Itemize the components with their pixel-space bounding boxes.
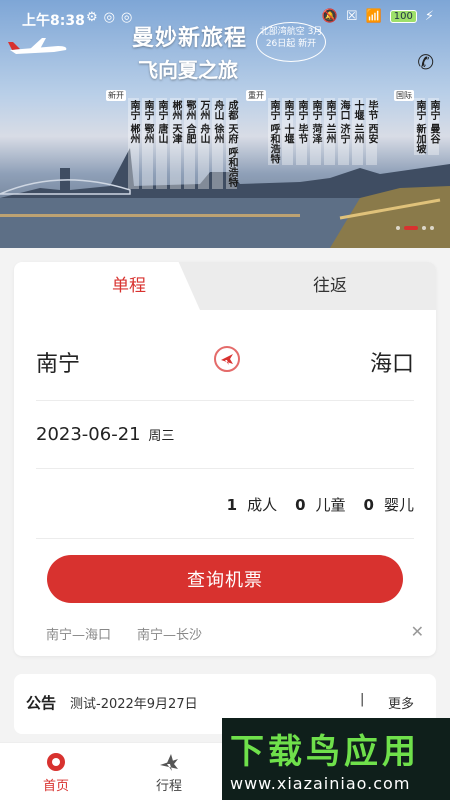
announcement-more-link[interactable]: 更多: [388, 693, 414, 712]
tag-new: 新开: [106, 90, 126, 101]
promo-subtitle: 飞向夏之旅: [138, 58, 238, 82]
route-item: 南宁 兰州: [324, 98, 335, 166]
plane-icon: [221, 354, 233, 365]
date-weekday: 周三: [148, 429, 175, 444]
search-flights-button[interactable]: 查询机票: [47, 555, 403, 603]
route-item: 毕节 西安: [366, 98, 377, 166]
trip-type-tabs: 往返 单程: [14, 262, 436, 310]
carousel-indicator: [396, 226, 434, 230]
carousel-dot-active: [404, 226, 418, 230]
route-item: 海口 济宁: [338, 98, 349, 166]
watermark-title: 下载鸟应用: [230, 732, 420, 772]
charging-icon: ⚡: [424, 9, 434, 24]
route-item: 十堰 兰州: [352, 98, 363, 166]
route-item: 南宁 新加坡: [414, 98, 425, 156]
infant-count: 0 婴儿: [364, 494, 414, 515]
date-value: 2023-06-21: [36, 424, 141, 445]
child-number: 0: [295, 496, 306, 514]
battery-icon: 100: [389, 10, 417, 23]
plane-icon: [160, 754, 178, 771]
tab-trips[interactable]: 行程: [129, 751, 209, 794]
announcement-text[interactable]: 测试-2022年9月27日: [70, 693, 198, 712]
route-item: 南宁 十堰: [282, 98, 293, 166]
tab-trips-label: 行程: [155, 779, 182, 794]
adult-label: 成人: [247, 496, 278, 514]
route-item: 南宁 曼谷: [428, 98, 439, 156]
tab-home-label: 首页: [42, 779, 69, 794]
swap-cities-button[interactable]: [214, 346, 240, 372]
watermark-url: www.xiazainiao.com: [230, 774, 411, 793]
home-icon: [47, 753, 65, 771]
passenger-selector[interactable]: 1 成人 0 儿童 0 婴儿: [227, 494, 414, 515]
carousel-dot: [422, 226, 426, 230]
promo-banner[interactable]: 上午8:38 ⚙◎◎ 🔕 ☒ 📶 100 ⚡ 曼妙新旅程 飞向夏之旅 北部湾航空…: [0, 0, 450, 248]
adult-count: 1 成人: [227, 494, 277, 515]
phone-icon[interactable]: ✆: [417, 50, 434, 74]
flight-search-card: 往返 单程 南宁 海口 2023-06-21 周三 1 成人 0 儿童 0 婴儿 查询…: [14, 262, 436, 656]
announcement-tag: 公告: [26, 694, 57, 712]
infant-number: 0: [363, 496, 374, 514]
route-item: 鄂州 合肥: [184, 98, 195, 189]
tab-round-trip[interactable]: 往返: [224, 262, 436, 310]
route-item: 南宁 呼和浩特: [268, 98, 279, 166]
watermark-logo: 下载鸟应用 www.xiazainiao.com: [222, 718, 450, 800]
route-item: 南宁 毕节: [296, 98, 307, 166]
promo-stamp: 北部湾航空 3月26日起 新开: [256, 22, 326, 62]
departure-city[interactable]: 南宁: [36, 346, 80, 378]
sim-icon: ☒: [345, 9, 358, 24]
infant-label: 婴儿: [383, 496, 414, 514]
route-item: 万州 舟山: [198, 98, 209, 189]
city-row: 南宁 海口: [36, 346, 414, 380]
clear-history-icon[interactable]: ✕: [411, 622, 424, 641]
divider: [36, 468, 414, 469]
search-history: 南宁—海口 南宁—长沙: [46, 624, 202, 643]
divider: [36, 400, 414, 401]
adult-number: 1: [226, 496, 238, 514]
child-label: 儿童: [315, 496, 346, 514]
tab-one-way[interactable]: 单程: [14, 262, 244, 310]
status-app-icons: ⚙◎◎: [86, 10, 139, 25]
history-item[interactable]: 南宁—海口: [46, 624, 111, 643]
wifi-icon: 📶: [365, 9, 382, 24]
history-item[interactable]: 南宁—长沙: [137, 624, 202, 643]
departure-date[interactable]: 2023-06-21 周三: [36, 424, 174, 445]
announcement-separator: |: [360, 692, 365, 707]
child-count: 0 儿童: [295, 494, 345, 515]
route-item: 郴州 天津: [170, 98, 181, 189]
status-right: 🔕 ☒ 📶 100 ⚡: [322, 9, 434, 24]
route-list-intl: 南宁 新加坡 南宁 曼谷: [414, 98, 450, 156]
arrival-city[interactable]: 海口: [370, 346, 414, 378]
route-item: 舟山 徐州: [212, 98, 223, 189]
promo-title: 曼妙新旅程: [132, 26, 248, 51]
route-item: 南宁 菏泽: [310, 98, 321, 166]
carousel-dot: [396, 226, 400, 230]
route-item: 成都 天府 呼和浩特: [226, 98, 237, 189]
status-time: 上午8:38: [22, 13, 85, 29]
route-item: 南宁 郴州: [128, 98, 139, 189]
mute-icon: 🔕: [321, 9, 338, 24]
divider: [36, 538, 414, 539]
carousel-dot: [430, 226, 434, 230]
route-item: 南宁 唐山: [156, 98, 167, 189]
tab-home[interactable]: 首页: [16, 751, 96, 794]
promo-headline: 曼妙新旅程 飞向夏之旅: [132, 20, 247, 83]
route-item: 南宁 鄂州: [142, 98, 153, 189]
airline-plane-logo: [8, 38, 67, 54]
